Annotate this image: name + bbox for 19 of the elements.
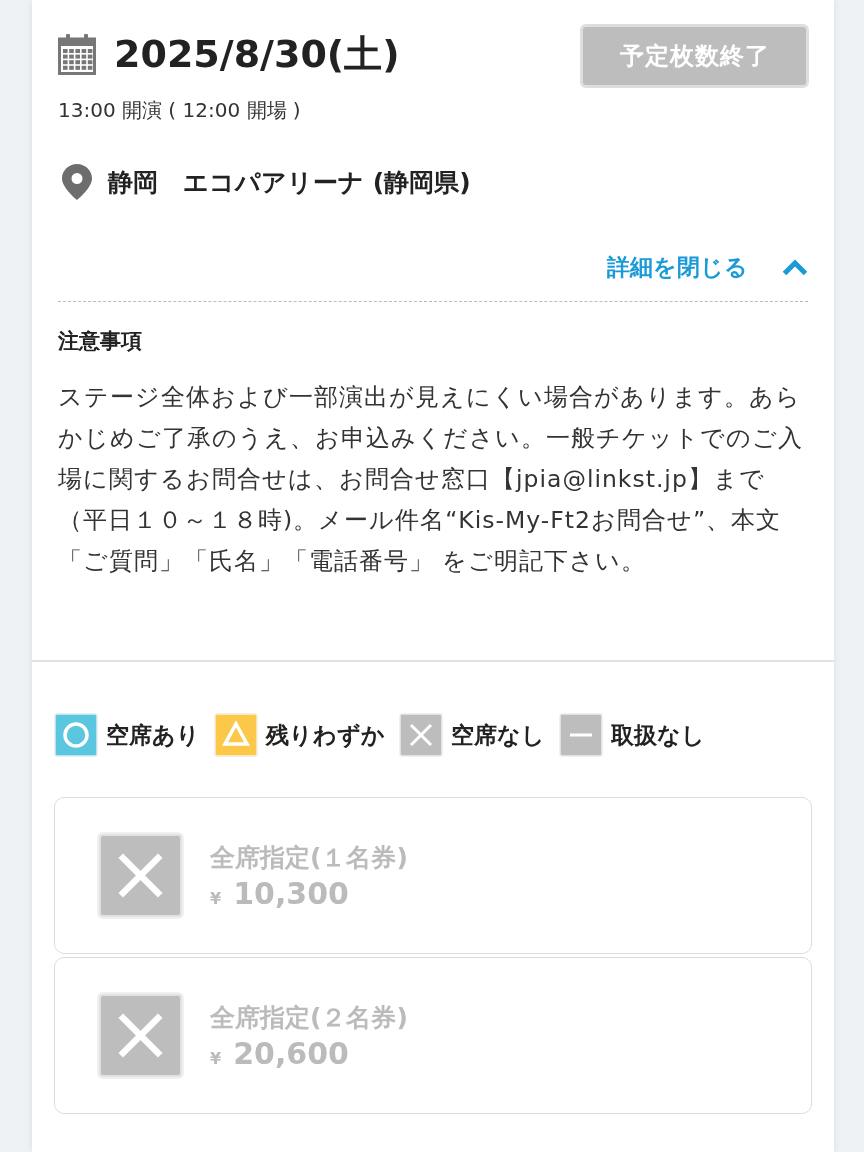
performance-date: 2025/8/30(土) bbox=[114, 32, 400, 78]
ticket-price: 10,300 bbox=[233, 875, 349, 911]
legend-label: 取扱なし bbox=[611, 720, 705, 750]
notice-title: 注意事項 bbox=[58, 328, 143, 355]
legend-label: 残りわずか bbox=[266, 720, 385, 750]
notice-text: ステージ全体および一部演出が見えにくい場合があります。あらかじめご了承のうえ、お申込みください。一般チケットでのご入場に関するお問合せは、お問合せ窓口【jpia@linkst.jp】まで（平日１０～１８時)。メール件名“Kis-My-Ft2お問合せ”、本文「ご質問」「氏名」「電話番号」 をご明記下さい。 bbox=[58, 382, 804, 577]
location-pin-icon bbox=[62, 164, 92, 200]
ticket-name: 全席指定(２名券) bbox=[210, 1001, 408, 1034]
ticket-name: 全席指定(１名券) bbox=[210, 841, 408, 874]
venue-name: 静岡 エコパアリーナ (静岡県) bbox=[108, 166, 471, 199]
calendar-icon bbox=[58, 34, 96, 76]
currency-sign: ¥ bbox=[210, 888, 222, 908]
details-toggle[interactable]: 詳細を閉じる bbox=[607, 252, 808, 283]
currency-sign: ¥ bbox=[210, 1048, 222, 1068]
legend-label: 空席あり bbox=[106, 720, 200, 750]
chevron-up-icon bbox=[782, 259, 808, 276]
ticket-price: 20,600 bbox=[233, 1035, 349, 1071]
performance-time: 13:00 開演 ( 12:00 開場 ) bbox=[58, 97, 302, 123]
legend-label: 空席なし bbox=[451, 720, 545, 750]
